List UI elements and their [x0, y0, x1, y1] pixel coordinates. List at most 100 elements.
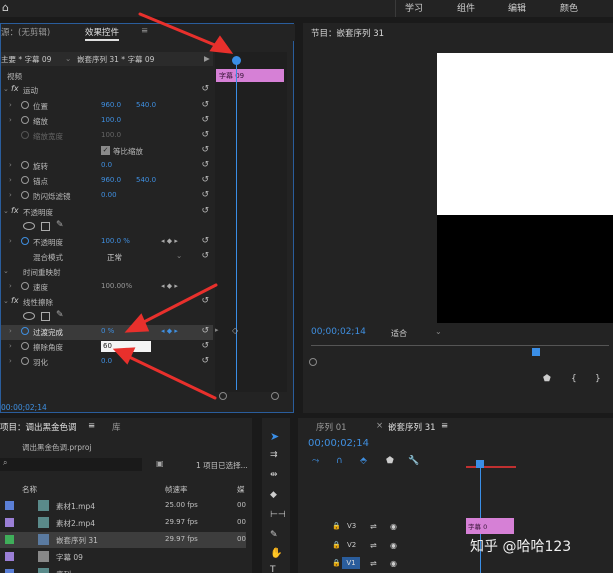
pen-icon[interactable]: ✎	[56, 310, 64, 320]
pen-icon[interactable]: ✎	[270, 530, 278, 540]
keyframe-nav-icon[interactable]: ◂ ◆ ▸	[161, 282, 178, 290]
anchor-x[interactable]: 960.0	[101, 176, 121, 184]
fx-icon[interactable]: fx	[11, 206, 19, 215]
snap-icon[interactable]: ⤳	[312, 456, 319, 466]
effect-timeline[interactable]	[215, 52, 287, 392]
chevron-right-icon[interactable]: ›	[9, 282, 12, 290]
sequence-timecode[interactable]: 00;00;02;14	[308, 438, 369, 449]
ripple-edit-icon[interactable]: ⇹	[270, 470, 278, 480]
workspace-assembly[interactable]: 组件	[457, 1, 475, 14]
sequence-label[interactable]: 嵌套序列 31 * 字幕 09	[77, 54, 154, 65]
marker-icon[interactable]: ⬟	[543, 374, 551, 384]
mark-in-icon[interactable]: {	[571, 374, 577, 384]
reset-icon[interactable]: ↺	[201, 190, 209, 200]
chevron-down-icon[interactable]: ⌄	[3, 297, 9, 305]
program-timecode[interactable]: 00;00;02;14	[311, 327, 366, 337]
row-motion[interactable]: ⌄ fx 运动 ↺	[1, 83, 213, 98]
chevron-right-icon[interactable]: ›	[9, 327, 12, 335]
workspace-editing[interactable]: 编辑	[508, 1, 526, 14]
stopwatch-icon[interactable]	[21, 357, 29, 365]
transition-completion-value[interactable]: 0 %	[101, 327, 114, 335]
work-area-bar[interactable]	[466, 466, 516, 468]
wrench-icon[interactable]: 🔧	[408, 456, 419, 466]
position-x[interactable]: 960.0	[101, 101, 121, 109]
razor-icon[interactable]: ◆	[270, 490, 277, 500]
col-fps[interactable]: 帧速率	[165, 484, 188, 495]
stopwatch-icon[interactable]	[21, 237, 29, 245]
row-masks[interactable]: ✎	[1, 220, 213, 235]
rectangle-mask-icon[interactable]	[41, 222, 50, 231]
tab-project[interactable]: 项目：调出黑金色调	[0, 421, 77, 433]
fx-icon[interactable]: fx	[11, 296, 19, 305]
stopwatch-icon[interactable]	[21, 176, 29, 184]
reset-icon[interactable]: ↺	[201, 251, 209, 261]
track-label[interactable]: V2	[347, 541, 356, 549]
row-position[interactable]: › 位置 960.0 540.0 ↺	[1, 99, 213, 114]
fx-icon[interactable]: fx	[11, 84, 19, 93]
rotation-value[interactable]: 0.0	[101, 161, 112, 169]
row-rotation[interactable]: › 旋转 0.0 ↺	[1, 159, 213, 174]
program-playhead[interactable]	[532, 348, 540, 356]
pen-icon[interactable]: ✎	[56, 220, 64, 230]
scale-value[interactable]: 100.0	[101, 116, 121, 124]
type-tool-icon[interactable]: T	[270, 565, 276, 573]
chevron-right-icon[interactable]: ›	[9, 357, 12, 365]
stopwatch-icon[interactable]	[21, 327, 29, 335]
row-anchor[interactable]: › 锚点 960.0 540.0 ↺	[1, 174, 213, 189]
row-transition-completion[interactable]: › 过渡完成 0 % ◂ ◆ ▸ ↺	[1, 325, 213, 340]
chevron-right-icon[interactable]: ›	[9, 116, 12, 124]
clip-block[interactable]: 字幕 09	[216, 69, 284, 82]
reset-icon[interactable]: ↺	[201, 326, 209, 336]
folder-icon[interactable]: ▣	[156, 459, 164, 468]
feather-value[interactable]: 0.0	[101, 357, 112, 365]
list-item[interactable]: 字幕 09	[0, 549, 246, 565]
magnet-icon[interactable]: ∩	[336, 456, 343, 466]
col-extra[interactable]: 媒	[237, 484, 245, 495]
reset-icon[interactable]: ↺	[201, 356, 209, 366]
reset-icon[interactable]: ↺	[201, 175, 209, 185]
row-opacity[interactable]: ⌄ fx 不透明度 ↺	[1, 205, 213, 220]
search-icon[interactable]: ⌕	[3, 458, 7, 468]
search-input[interactable]	[0, 458, 142, 471]
tab-effect-controls[interactable]: 效果控件	[85, 26, 120, 41]
speed-value[interactable]: 100.00%	[101, 282, 132, 290]
tab-nested-sequence[interactable]: 嵌套序列 31	[388, 421, 436, 433]
stopwatch-icon[interactable]	[21, 116, 29, 124]
eye-icon[interactable]: ◉	[390, 541, 397, 550]
chevron-down-icon[interactable]: ⌄	[3, 267, 9, 275]
fit-select[interactable]: 适合	[391, 328, 407, 339]
ellipse-mask-icon[interactable]	[23, 312, 35, 320]
linked-icon[interactable]: ⬘	[360, 456, 367, 466]
chevron-down-icon[interactable]: ⌄	[3, 85, 9, 93]
reset-icon[interactable]: ↺	[201, 130, 209, 140]
zoom-handle[interactable]	[271, 392, 279, 400]
tab-menu-icon[interactable]: ≡	[441, 421, 448, 431]
row-antiflicker[interactable]: › 防闪烁滤镜 0.00 ↺	[1, 189, 213, 204]
eye-icon[interactable]: ◉	[390, 559, 397, 568]
sync-icon[interactable]: ⇌	[370, 541, 377, 550]
chevron-right-icon[interactable]: ›	[9, 161, 12, 169]
track-label[interactable]: V3	[347, 522, 356, 530]
source-label[interactable]: 主要 * 字幕 09	[1, 54, 51, 65]
stopwatch-icon[interactable]	[21, 282, 29, 290]
col-name[interactable]: 名称	[22, 484, 37, 495]
chevron-right-icon[interactable]: ›	[9, 176, 12, 184]
selection-tool-icon[interactable]: ➤	[270, 430, 279, 443]
reset-icon[interactable]: ↺	[201, 160, 209, 170]
position-y[interactable]: 540.0	[136, 101, 156, 109]
list-item[interactable]: 序列	[0, 566, 246, 573]
chevron-down-icon[interactable]: ⌄	[176, 251, 182, 260]
row-time-remap[interactable]: ⌄ 时间重映射	[1, 265, 213, 280]
slip-icon[interactable]: ⊢⊣	[270, 510, 286, 520]
reset-icon[interactable]: ↺	[201, 115, 209, 125]
keyframe-nav-icon[interactable]: ◂ ◆ ▸	[161, 237, 178, 245]
list-item[interactable]: 素材2.mp4 29.97 fps 00	[0, 515, 246, 531]
anchor-y[interactable]: 540.0	[136, 176, 156, 184]
zoom-handle[interactable]	[219, 392, 227, 400]
rectangle-mask-icon[interactable]	[41, 312, 50, 321]
tab-sequence-01[interactable]: 序列 01	[316, 421, 347, 433]
reset-icon[interactable]: ↺	[201, 296, 209, 306]
zoom-handle[interactable]	[309, 358, 317, 366]
chevron-right-icon[interactable]: ›	[9, 342, 12, 350]
reset-icon[interactable]: ↺	[201, 236, 209, 246]
